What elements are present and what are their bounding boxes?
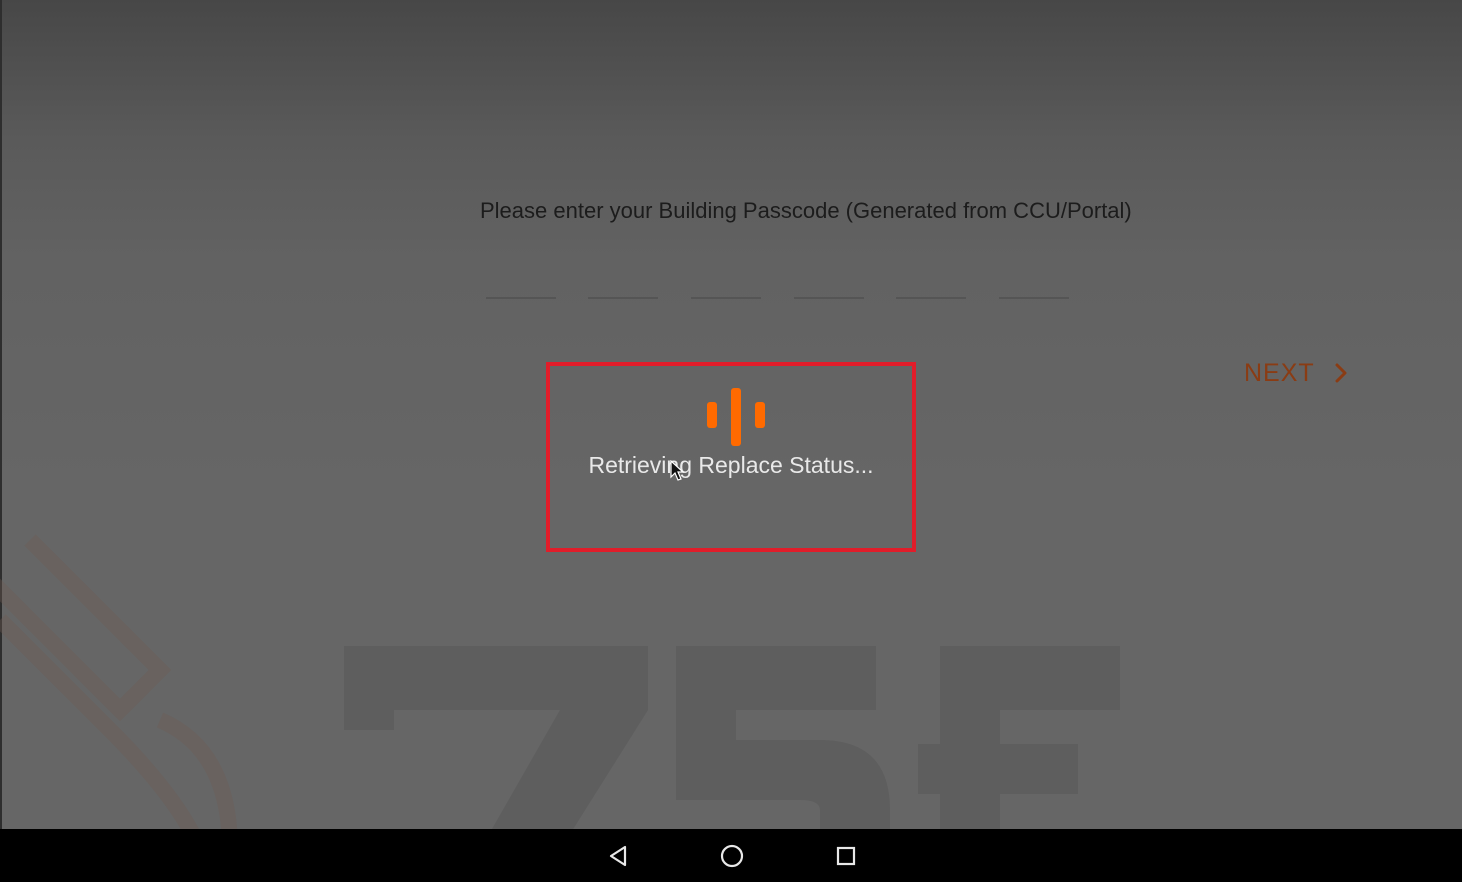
passcode-prompt: Please enter your Building Passcode (Gen… [480,198,1132,223]
mouse-cursor-icon [670,460,684,481]
nav-home-button[interactable] [717,841,747,871]
home-circle-icon [720,844,744,868]
passcode-input-row[interactable] [486,297,1086,301]
passcode-digit-2[interactable] [588,297,658,299]
loading-dialog: Retrieving Replace Status... [546,362,916,552]
nav-recents-button[interactable] [831,841,861,871]
passcode-digit-6[interactable] [999,297,1069,299]
brand-watermark [0,534,1120,829]
recents-square-icon [836,846,856,866]
chevron-right-icon [1335,363,1347,383]
next-label: NEXT [1244,358,1315,387]
back-triangle-icon [609,845,627,867]
passcode-digit-1[interactable] [486,297,556,299]
loading-spinner-icon [707,388,765,446]
next-button[interactable]: NEXT [1244,357,1349,389]
passcode-digit-3[interactable] [691,297,761,299]
android-navigation-bar [0,829,1462,882]
app-screen: Please enter your Building Passcode (Gen… [0,0,1462,829]
loading-message: Retrieving Replace Status... [588,452,874,478]
passcode-digit-5[interactable] [896,297,966,299]
passcode-digit-4[interactable] [794,297,864,299]
nav-back-button[interactable] [603,841,633,871]
